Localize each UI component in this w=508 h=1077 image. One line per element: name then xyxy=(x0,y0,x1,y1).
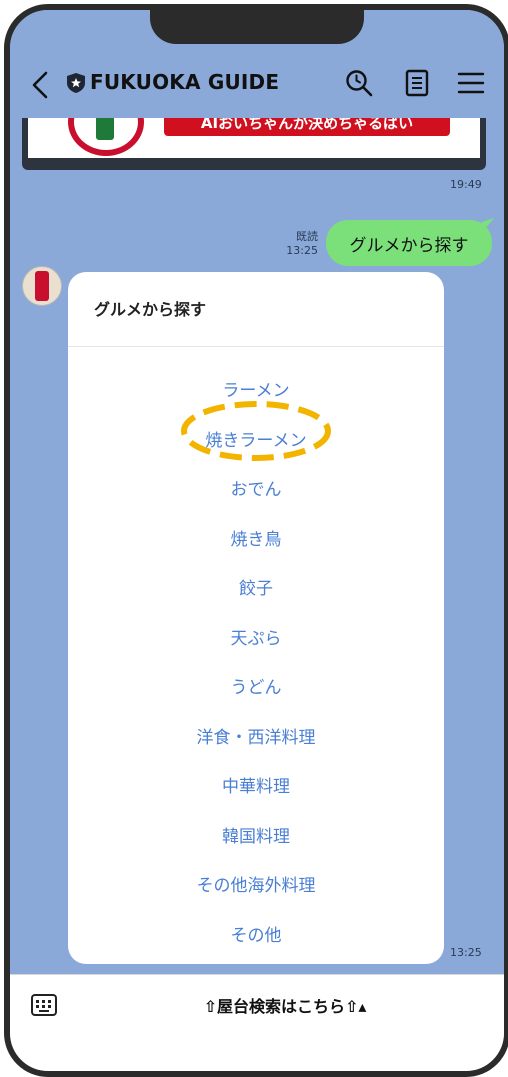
user-message-bubble: グルメから探す xyxy=(326,220,492,266)
menu-icon[interactable] xyxy=(456,68,486,98)
timestamp: 19:49 xyxy=(450,178,482,191)
menu-item-yakitori[interactable]: 焼き鳥 xyxy=(68,513,444,563)
divider xyxy=(68,346,444,347)
banner-text: AIおいちゃんが決めちゃるばい xyxy=(200,118,414,132)
menu-item-chinese[interactable]: 中華料理 xyxy=(68,760,444,810)
menu-item-other-foreign[interactable]: その他海外料理 xyxy=(68,859,444,909)
menu-item-ramen[interactable]: ラーメン xyxy=(68,364,444,414)
menu-item-gyoza[interactable]: 餃子 xyxy=(68,562,444,612)
read-receipt: 既読 13:25 xyxy=(280,230,318,258)
menu-card: グルメから探す ラーメン 焼きラーメン おでん 焼き鳥 餃子 天ぷら うどん 洋… xyxy=(68,272,444,964)
card-title: グルメから探す xyxy=(94,300,207,319)
timestamp: 13:25 xyxy=(450,946,482,959)
menu-list: ラーメン 焼きラーメン おでん 焼き鳥 餃子 天ぷら うどん 洋食・西洋料理 中… xyxy=(68,364,444,958)
timestamp: 13:25 xyxy=(286,244,318,257)
read-label: 既読 xyxy=(296,230,318,243)
bottom-menu-bar: ⇧屋台検索はこちら⇧▴ xyxy=(10,974,504,1071)
menu-item-western[interactable]: 洋食・西洋料理 xyxy=(68,711,444,761)
rich-message-banner[interactable]: AIおいちゃんが決めちゃるばい xyxy=(22,118,486,170)
avatar[interactable] xyxy=(22,266,62,306)
menu-item-tempura[interactable]: 天ぷら xyxy=(68,612,444,662)
back-icon[interactable] xyxy=(28,70,52,100)
chat-title: FUKUOKA GUIDE xyxy=(90,70,280,94)
menu-item-oden[interactable]: おでん xyxy=(68,463,444,513)
phone-notch xyxy=(150,10,364,44)
notes-icon[interactable] xyxy=(402,68,432,98)
lantern-icon xyxy=(35,271,49,301)
shield-icon xyxy=(67,73,85,93)
menu-item-yaki-ramen[interactable]: 焼きラーメン xyxy=(68,414,444,464)
history-search-icon[interactable] xyxy=(344,68,374,98)
menu-item-other[interactable]: その他 xyxy=(68,909,444,959)
rich-menu-toggle[interactable]: ⇧屋台検索はこちら⇧▴ xyxy=(180,993,390,1017)
keyboard-icon[interactable] xyxy=(30,993,58,1017)
phone-frame: FUKUOKA GUIDE AIおいちゃんが決めちゃるばい 19:49 既読 1… xyxy=(4,4,508,1077)
banner-image: AIおいちゃんが決めちゃるばい xyxy=(28,118,480,158)
menu-item-korean[interactable]: 韓国料理 xyxy=(68,810,444,860)
banner-ribbon: AIおいちゃんが決めちゃるばい xyxy=(164,118,450,136)
yatai-logo xyxy=(68,118,144,156)
menu-item-udon[interactable]: うどん xyxy=(68,661,444,711)
